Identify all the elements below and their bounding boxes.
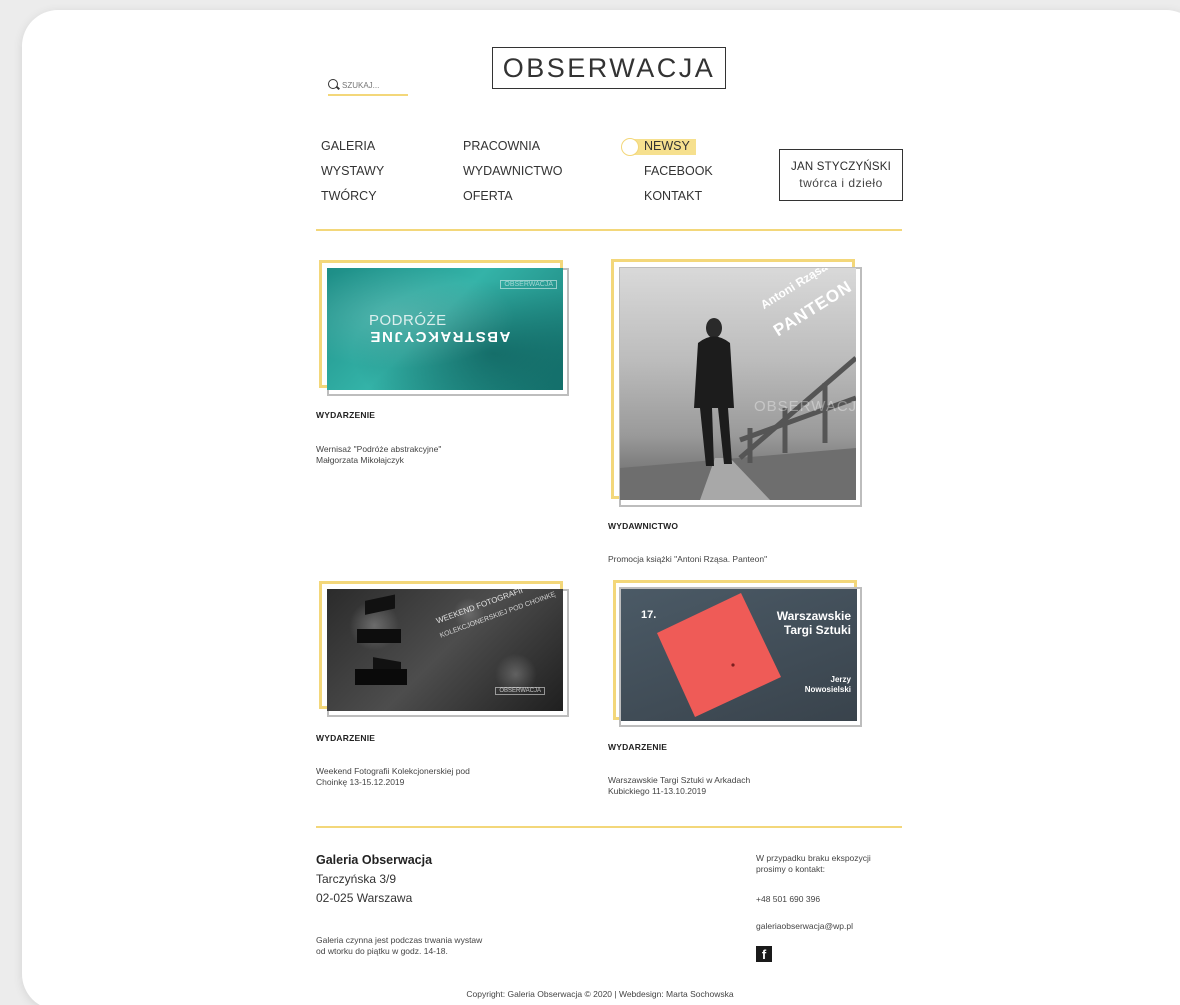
footer-hours-line-1: Galeria czynna jest podczas trwania wyst… [316,935,483,945]
card-4-artist-name: Jerzy Nowosielski [804,675,851,694]
footer-contact-line-1: W przypadku braku ekspozycji [756,853,871,863]
card-1-image-title: PODRÓŻE [369,312,447,329]
card-4-image-title: Warszawskie Targi Sztuki [776,609,851,637]
author-box-link[interactable]: JAN STYCZYŃSKI twórca i dzieło [779,149,903,201]
facebook-icon[interactable]: f [756,946,772,962]
footer-address-city: 02-025 Warszawa [316,891,413,905]
nav-item-pracownia[interactable]: PRACOWNIA [463,139,540,153]
active-nav-circle-icon [621,138,639,156]
search-icon[interactable] [328,79,340,91]
nav-item-oferta[interactable]: OFERTA [463,189,513,203]
search-box[interactable] [328,76,408,96]
footer-contact-note: W przypadku braku ekspozycji prosimy o k… [756,853,871,875]
card-1-desc-line-1: Wernisaż "Podróże abstrakcyjne" [316,444,442,454]
card-2-image[interactable]: Antoni Rząsa PANTEON OBSERWACJA [620,268,856,500]
footer-email[interactable]: galeriaobserwacja@wp.pl [756,921,853,932]
nav-item-wystawy[interactable]: WYSTAWY [321,164,384,178]
card-4-category: WYDARZENIE [608,742,668,752]
card-2-watermark: OBSERWACJA [754,398,856,415]
card-2-category: WYDAWNICTWO [608,521,679,531]
footer-divider [316,826,902,828]
card-1-watermark: OBSERWACJA [500,280,557,289]
card-2-desc-line-1: Promocja książki "Antoni Rząsa. Panteon" [608,554,768,564]
card-3-watermark: OBSERWACJA [495,687,545,695]
card-4-desc-line-2: Kubickiego 11-13.10.2019 [608,786,707,796]
nav-item-galeria[interactable]: GALERIA [321,139,1180,209]
card-1-image-subtitle: ABSTRAKCYJNE [369,328,511,345]
footer-gallery-name: Galeria Obserwacja [316,853,433,867]
card-3-desc-line-1: Weekend Fotografii Kolekcjonerskiej pod [316,766,470,776]
footer-address-street: Tarczyńska 3/9 [316,872,397,886]
nav-item-tworcy[interactable]: TWÓRCY [321,189,377,203]
card-1-desc-line-2: Małgorzata Mikołajczyk [316,455,404,465]
card-1-image[interactable]: OBSERWACJA PODRÓŻE ABSTRAKCYJNE [327,268,563,390]
card-3-category: WYDARZENIE [316,733,376,743]
search-input[interactable] [342,80,404,90]
card-3-image[interactable]: WEEKEND FOTOGRAFII KOLEKCJONERSKIEJ POD … [327,589,563,711]
header-divider [316,229,902,231]
card-3-description: Weekend Fotografii Kolekcjonerskiej pod … [316,766,470,788]
nav-item-facebook[interactable]: FACEBOOK [644,164,713,178]
nav-item-kontakt[interactable]: KONTAKT [644,189,702,203]
author-name: JAN STYCZYŃSKI [791,160,891,173]
footer-opening-hours: Galeria czynna jest podczas trwania wyst… [316,935,482,957]
footer-hours-line-2: od wtorku do piątku w godz. 14-18. [316,946,448,956]
card-1-category: WYDARZENIE [316,410,376,420]
footer-phone[interactable]: +48 501 690 396 [756,894,820,905]
card-2-description: Promocja książki "Antoni Rząsa. Panteon" [608,554,767,565]
nav-item-newsy[interactable]: NEWSY [644,139,690,153]
card-1-description: Wernisaż "Podróże abstrakcyjne" Małgorza… [316,444,441,466]
card-4-description: Warszawskie Targi Sztuki w Arkadach Kubi… [608,775,750,797]
copyright-text: Copyright: Galeria Obserwacja © 2020 | W… [466,989,734,999]
card-4-edition-number: 17. [641,609,657,621]
footer-contact-line-2: prosimy o kontakt: [756,864,825,874]
site-logo[interactable]: OBSERWACJA [492,47,726,89]
nav-item-wydawnictwo[interactable]: WYDAWNICTWO [463,164,563,178]
card-4-desc-line-1: Warszawskie Targi Sztuki w Arkadach [608,775,751,785]
card-3-desc-line-2: Choinkę 13-15.12.2019 [316,777,405,787]
card-4-image[interactable]: 17. Warszawskie Targi Sztuki Jerzy Nowos… [621,589,857,721]
author-subtitle: twórca i dzieło [799,175,883,190]
